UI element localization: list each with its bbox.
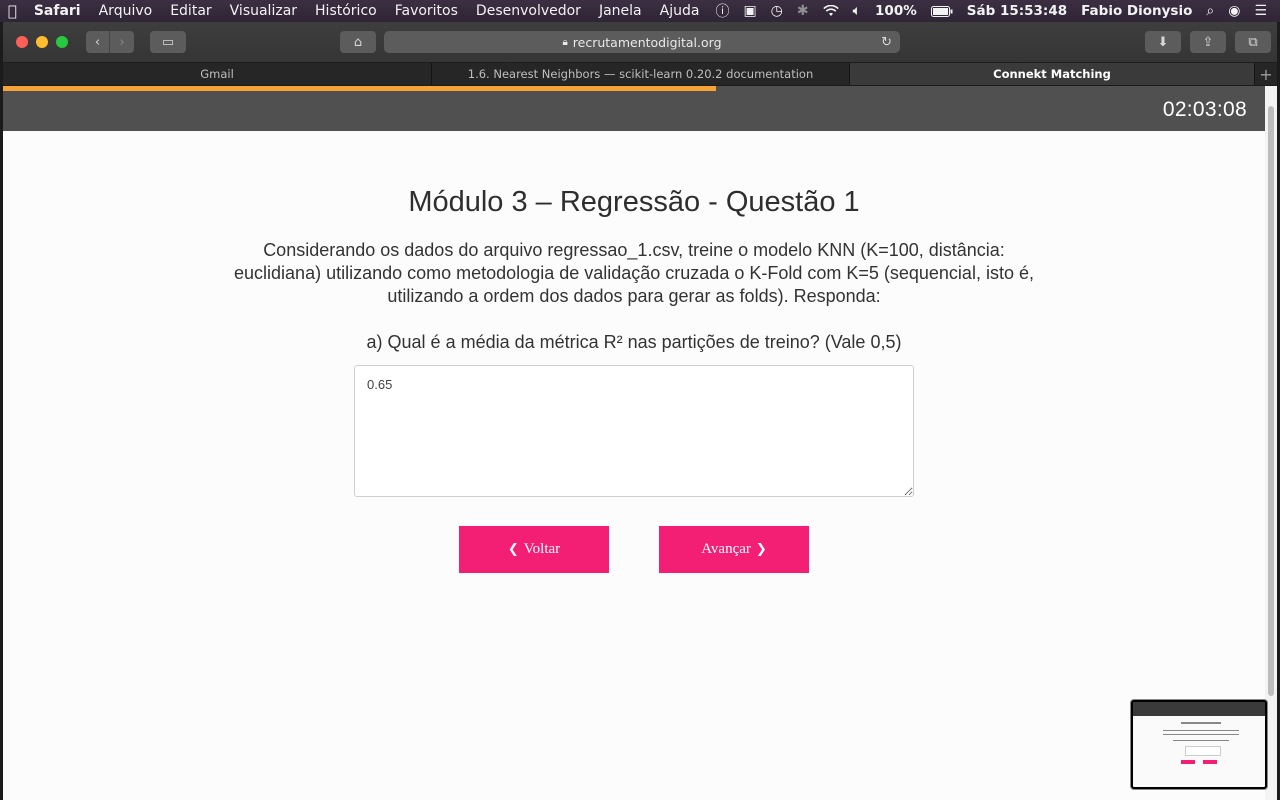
info-status-icon[interactable]: ⓘ (708, 1, 736, 21)
page-scrollbar[interactable] (1265, 86, 1277, 800)
thumbnail-text-line (1173, 740, 1229, 741)
countdown-timer: 02:03:08 (1162, 98, 1247, 121)
page-title: Módulo 3 – Regressão - Questão 1 (408, 186, 860, 218)
back-button-label: Voltar (523, 541, 561, 557)
question-panel: Módulo 3 – Regressão - Questão 1 Conside… (3, 131, 1265, 573)
tab-bar: Gmail 1.6. Nearest Neighbors — scikit-le… (3, 62, 1277, 85)
new-tab-icon[interactable]: + (1255, 63, 1277, 85)
spotlight-search-icon[interactable]: ⌕ (1199, 3, 1221, 19)
chevron-right-icon: ❯ (755, 542, 767, 557)
browser-toolbar: ‹ › ▭ ⌂ 🔒︎ recrutamentodigital.org ↻ ⬇ ⇪… (3, 22, 1277, 62)
back-question-button[interactable]: ❮ Voltar (459, 526, 609, 573)
navigation-button-group: ❮ Voltar Avançar ❯ (3, 526, 1265, 573)
menu-ajuda[interactable]: Ajuda (651, 3, 709, 19)
share-button[interactable]: ⇪ (1190, 31, 1226, 53)
reload-icon[interactable]: ↻ (881, 35, 892, 50)
thumbnail-title-line (1181, 722, 1221, 724)
window-controls (16, 36, 68, 48)
minimize-window-button[interactable] (36, 36, 48, 48)
thumbnail-body (1133, 716, 1265, 787)
web-page: 02:03:08 Módulo 3 – Regressão - Questão … (3, 86, 1265, 800)
menu-janela[interactable]: Janela (590, 3, 651, 19)
wifi-icon[interactable] (816, 5, 846, 17)
menu-editar[interactable]: Editar (161, 3, 220, 19)
time-machine-icon[interactable]: ◷ (764, 3, 790, 19)
thumbnail-header (1133, 702, 1265, 716)
screenshot-thumbnail[interactable] (1131, 700, 1267, 789)
tab-gmail[interactable]: Gmail (3, 63, 432, 85)
home-button[interactable]: ⌂ (340, 31, 376, 53)
zoom-window-button[interactable] (56, 36, 68, 48)
volume-icon[interactable]: 🔈︎ (846, 3, 868, 19)
close-window-button[interactable] (16, 36, 28, 48)
battery-icon[interactable] (924, 5, 960, 17)
question-description: Considerando os dados do arquivo regress… (234, 240, 1034, 306)
thumbnail-textarea (1185, 746, 1221, 756)
url-text: recrutamentodigital.org (572, 34, 722, 50)
menu-visualizar[interactable]: Visualizar (221, 3, 306, 19)
menu-arquivo[interactable]: Arquivo (90, 3, 162, 19)
notification-center-icon[interactable]: ☰ (1247, 3, 1274, 19)
menu-clock[interactable]: Sáb 15:53:48 (960, 3, 1074, 19)
thumbnail-text-line (1163, 730, 1239, 731)
menu-favoritos[interactable]: Favoritos (386, 3, 467, 19)
answer-textarea[interactable] (354, 365, 914, 497)
lock-status-icon[interactable]: ▣ (736, 3, 763, 19)
menu-user[interactable]: Fabio Dionysio (1074, 3, 1199, 19)
thumbnail-text-line (1163, 734, 1239, 735)
progress-bar (3, 86, 717, 91)
apple-logo-icon[interactable]:  (0, 2, 25, 20)
forward-button[interactable]: › (110, 31, 134, 53)
downloads-button[interactable]: ⬇ (1145, 31, 1181, 53)
siri-icon[interactable]: ◉ (1221, 3, 1247, 19)
chevron-left-icon: ❮ (507, 542, 519, 557)
address-bar[interactable]: 🔒︎ recrutamentodigital.org ↻ (384, 31, 900, 53)
quiz-header-bar: 02:03:08 (3, 86, 1265, 131)
next-question-button[interactable]: Avançar ❯ (659, 526, 809, 573)
tab-scikit-learn[interactable]: 1.6. Nearest Neighbors — scikit-learn 0.… (432, 63, 850, 85)
menu-historico[interactable]: Histórico (306, 3, 386, 19)
macos-menu-bar:  Safari Arquivo Editar Visualizar Histó… (0, 0, 1280, 22)
tab-overview-button[interactable]: ⧉ (1235, 31, 1271, 53)
bluetooth-icon[interactable]: ✱ (790, 3, 816, 19)
thumbnail-button (1203, 760, 1217, 764)
battery-percent[interactable]: 100% (868, 3, 924, 19)
tab-connekt-matching[interactable]: Connekt Matching (850, 63, 1255, 85)
next-button-label: Avançar (701, 541, 751, 557)
menu-app-name[interactable]: Safari (25, 3, 90, 19)
thumbnail-button (1181, 760, 1195, 764)
back-button[interactable]: ‹ (86, 31, 110, 53)
question-prompt: a) Qual é a média da métrica R² nas part… (366, 332, 902, 352)
sidebar-toggle-button[interactable]: ▭ (150, 31, 186, 53)
scrollbar-thumb[interactable] (1268, 106, 1274, 696)
lock-icon: 🔒︎ (562, 36, 568, 48)
navigation-buttons: ‹ › (86, 31, 134, 53)
menu-desenvolvedor[interactable]: Desenvolvedor (467, 3, 590, 19)
